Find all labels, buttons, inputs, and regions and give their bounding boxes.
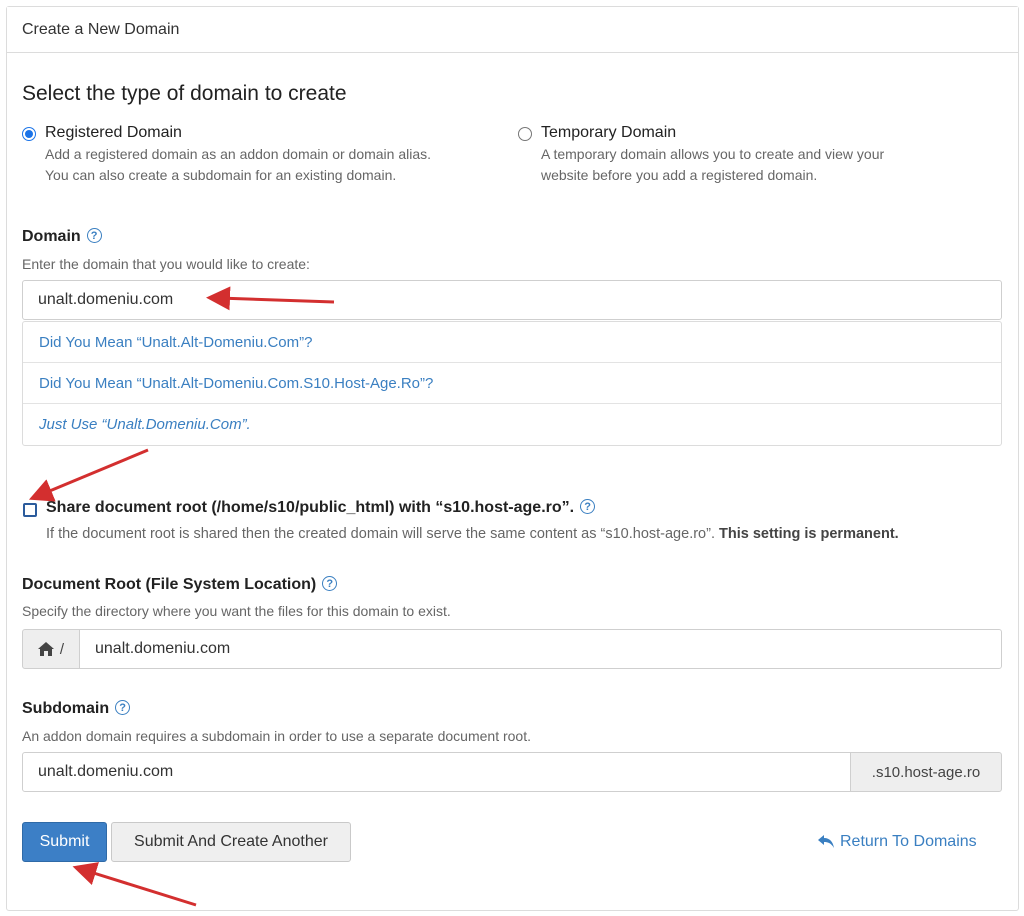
subdomain-label-row: Subdomain?	[22, 700, 131, 718]
share-root-label-row: Share document root (/home/s10/public_ht…	[46, 499, 596, 517]
doc-root-label: Document Root (File System Location)	[22, 576, 317, 593]
doc-root-input[interactable]: unalt.domeniu.com	[79, 629, 1002, 669]
domain-input-value: unalt.domeniu.com	[38, 291, 174, 308]
subdomain-input-value: unalt.domeniu.com	[38, 763, 174, 780]
domain-label-row: Domain?	[22, 228, 102, 246]
reply-arrow-icon	[818, 835, 834, 848]
question-circle-icon[interactable]: ?	[580, 499, 596, 515]
subdomain-hint: An addon domain requires a subdomain in …	[22, 728, 531, 744]
share-root-checkbox[interactable]	[23, 503, 37, 517]
suggestion-item-just-use[interactable]: Just Use “Unalt.Domeniu.Com”.	[23, 404, 1001, 445]
share-root-label[interactable]: Share document root (/home/s10/public_ht…	[46, 499, 574, 516]
suggestion-item[interactable]: Did You Mean “Unalt.Alt-Domeniu.Com.S10.…	[23, 363, 1001, 404]
domain-hint: Enter the domain that you would like to …	[22, 256, 310, 272]
subdomain-input[interactable]: unalt.domeniu.com	[22, 752, 851, 792]
domain-label: Domain	[22, 228, 81, 245]
share-root-permanent-note: This setting is permanent.	[719, 526, 899, 542]
radio-registered-domain[interactable]	[22, 127, 36, 141]
doc-root-prefix: /	[22, 629, 80, 669]
subdomain-label: Subdomain	[22, 700, 110, 717]
return-to-domains-label: Return To Domains	[840, 833, 977, 850]
doc-root-hint: Specify the directory where you want the…	[22, 603, 451, 619]
submit-and-create-another-button[interactable]: Submit And Create Another	[111, 822, 351, 862]
question-circle-icon[interactable]: ?	[322, 576, 338, 592]
domain-input[interactable]: unalt.domeniu.com	[22, 280, 1002, 320]
return-to-domains-link[interactable]: Return To Domains	[818, 833, 977, 851]
panel-header: Create a New Domain	[7, 7, 1018, 53]
share-root-desc: If the document root is shared then the …	[46, 526, 899, 542]
submit-button[interactable]: Submit	[22, 822, 107, 862]
doc-root-prefix-slash: /	[59, 640, 65, 658]
temporary-domain-desc: A temporary domain allows you to create …	[541, 146, 885, 183]
temporary-domain-title[interactable]: Temporary Domain	[541, 124, 676, 142]
home-icon	[37, 642, 54, 656]
question-circle-icon[interactable]: ?	[115, 700, 131, 716]
doc-root-label-row: Document Root (File System Location)?	[22, 576, 338, 594]
suggestion-item[interactable]: Did You Mean “Unalt.Alt-Domeniu.Com”?	[23, 322, 1001, 363]
doc-root-input-value: unalt.domeniu.com	[95, 640, 231, 657]
domain-type-heading: Select the type of domain to create	[22, 82, 347, 105]
domain-suggestions: Did You Mean “Unalt.Alt-Domeniu.Com”? Di…	[22, 321, 1002, 446]
radio-temporary-domain[interactable]	[518, 127, 532, 141]
registered-domain-desc: Add a registered domain as an addon doma…	[45, 146, 432, 183]
subdomain-suffix: .s10.host-age.ro	[850, 752, 1002, 792]
question-circle-icon[interactable]: ?	[86, 228, 102, 244]
panel-title: Create a New Domain	[22, 20, 180, 38]
registered-domain-title[interactable]: Registered Domain	[45, 124, 182, 142]
